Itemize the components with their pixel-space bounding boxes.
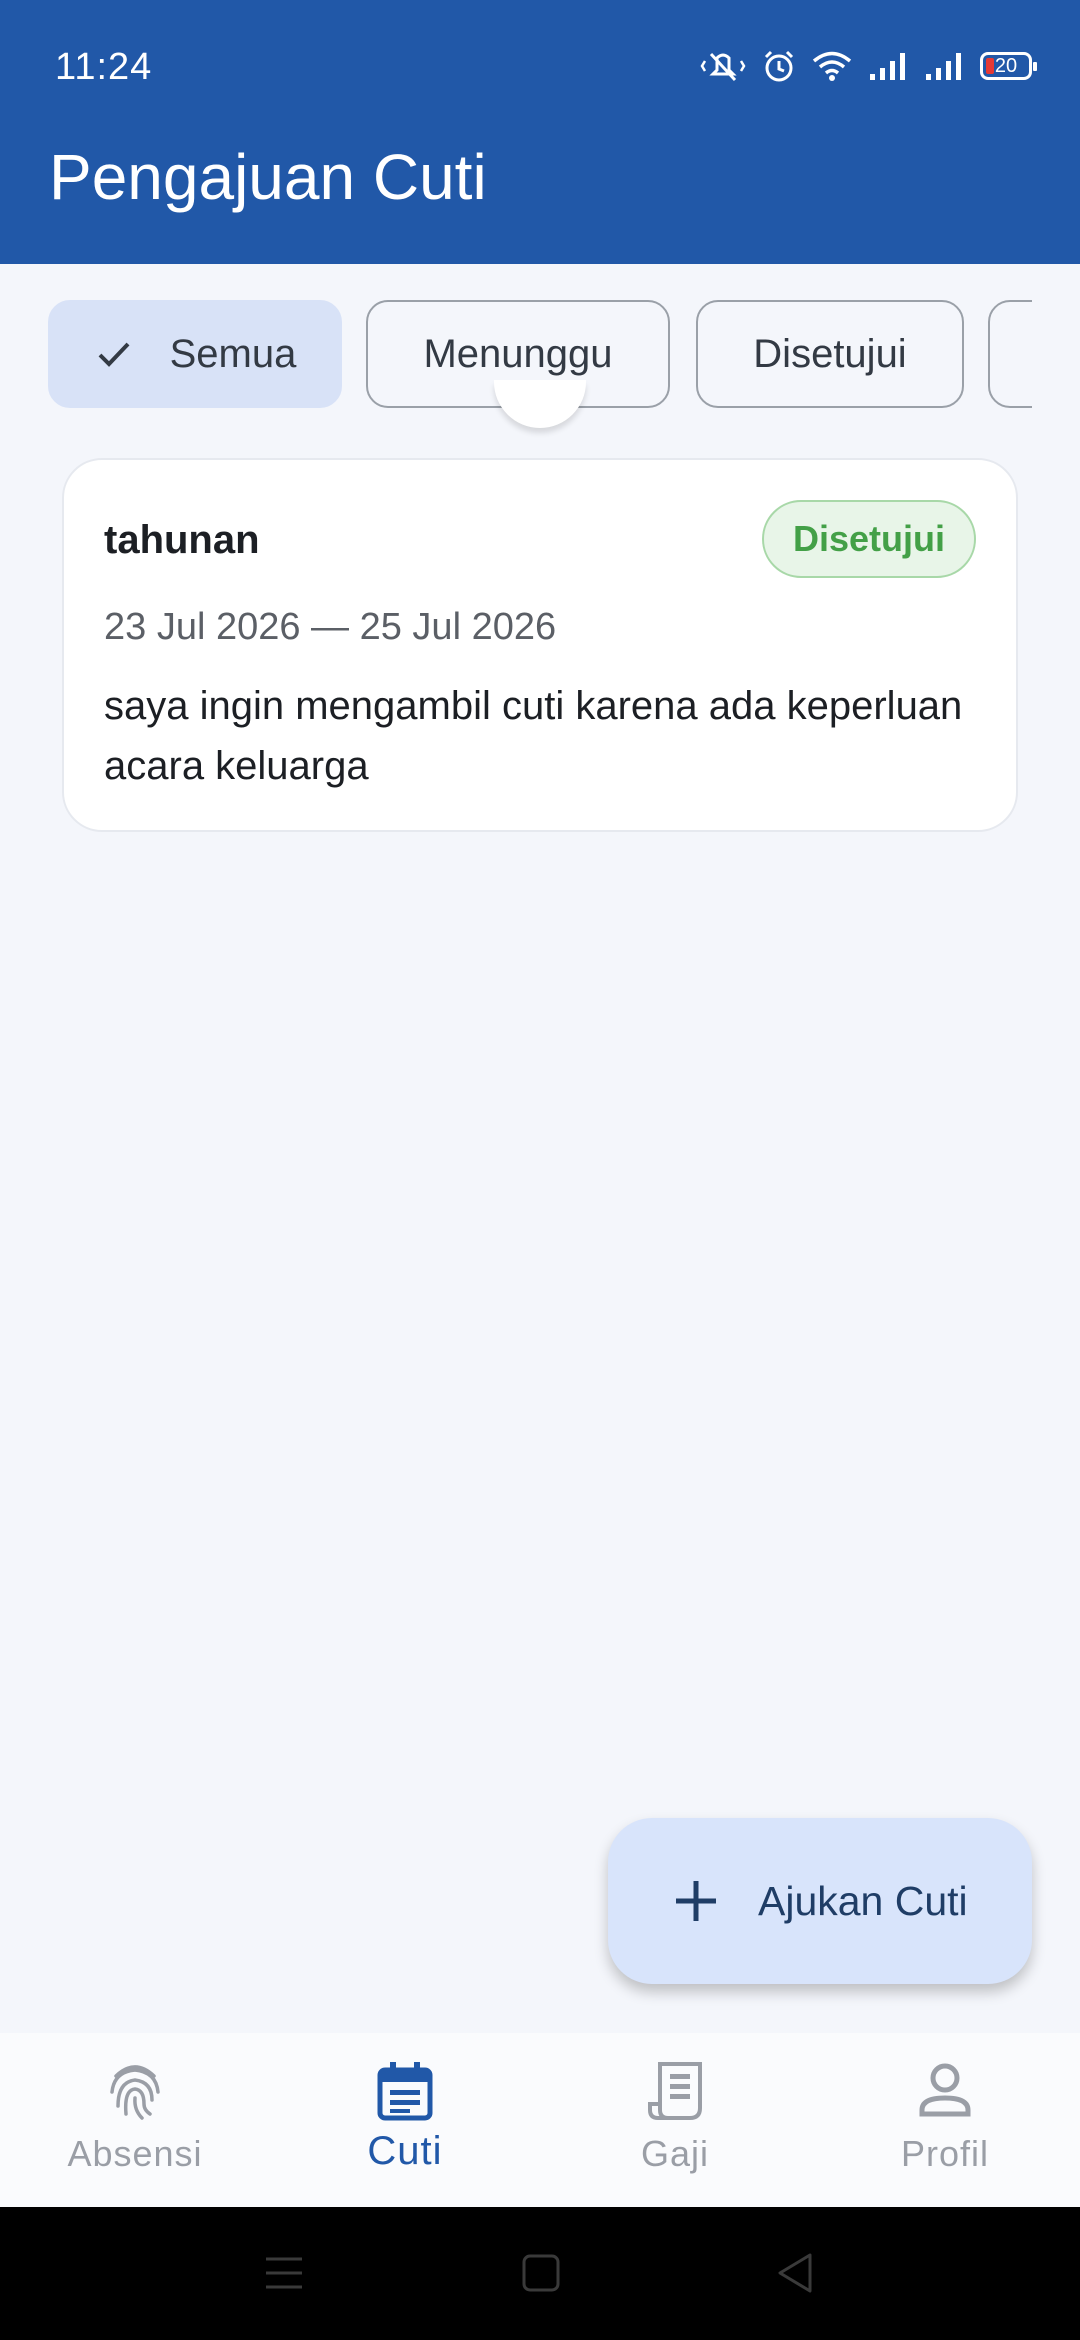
person-icon xyxy=(913,2059,977,2123)
system-nav-bar xyxy=(0,2207,1080,2340)
calendar-icon xyxy=(373,2059,437,2123)
leave-date-range: 23 Jul 2026 — 25 Jul 2026 xyxy=(104,606,557,648)
plus-icon xyxy=(676,1881,716,1921)
status-badge: Disetujui xyxy=(762,500,976,578)
page-title: Pengajuan Cuti xyxy=(49,141,487,213)
status-icons: 20 xyxy=(700,46,1037,86)
recents-icon[interactable] xyxy=(262,2251,306,2295)
signal-icon xyxy=(870,53,905,80)
wifi-icon xyxy=(812,51,852,81)
back-icon[interactable] xyxy=(774,2251,818,2295)
nav-label: Cuti xyxy=(367,2129,443,2173)
filter-chip-semua[interactable]: Semua xyxy=(48,300,342,408)
refresh-indicator xyxy=(494,380,586,428)
home-icon[interactable] xyxy=(520,2251,562,2295)
signal-icon xyxy=(926,53,961,80)
app-bar: 11:24 20 Pengajuan Cuti xyxy=(0,0,1080,264)
filter-chip-disetujui[interactable]: Disetujui xyxy=(696,300,964,408)
receipt-icon xyxy=(643,2059,707,2123)
nav-label: Gaji xyxy=(640,2133,710,2174)
fab-label: Ajukan Cuti xyxy=(758,1877,968,1924)
nav-label: Profil xyxy=(900,2133,990,2174)
battery-level: 20 xyxy=(994,54,1018,77)
leave-description: saya ingin mengambil cuti karena ada kep… xyxy=(104,684,963,788)
leave-type: tahunan xyxy=(104,518,260,562)
check-icon xyxy=(94,332,138,376)
nav-item-absensi[interactable]: Absensi xyxy=(0,2033,270,2207)
filter-chip-label: Menunggu xyxy=(423,331,613,376)
nav-item-gaji[interactable]: Gaji xyxy=(540,2033,810,2207)
alarm-icon xyxy=(764,50,794,82)
filter-chip-label: Semua xyxy=(169,331,297,376)
nav-label: Absensi xyxy=(67,2133,203,2174)
nav-item-profil[interactable]: Profil xyxy=(810,2033,1080,2207)
bottom-nav: Absensi Cuti Gaji Profil xyxy=(0,2033,1080,2207)
status-time: 11:24 xyxy=(55,46,153,88)
fingerprint-icon xyxy=(103,2059,167,2123)
ajukan-cuti-button[interactable]: Ajukan Cuti xyxy=(608,1818,1032,1984)
filter-chip-more[interactable] xyxy=(988,300,1032,408)
vibrate-icon xyxy=(700,52,746,82)
nav-item-cuti[interactable]: Cuti xyxy=(270,2033,540,2207)
battery-icon: 20 xyxy=(980,52,1037,80)
filter-chip-label: Disetujui xyxy=(753,331,907,376)
leave-request-card[interactable]: tahunan Disetujui 23 Jul 2026 — 25 Jul 2… xyxy=(62,458,1018,832)
